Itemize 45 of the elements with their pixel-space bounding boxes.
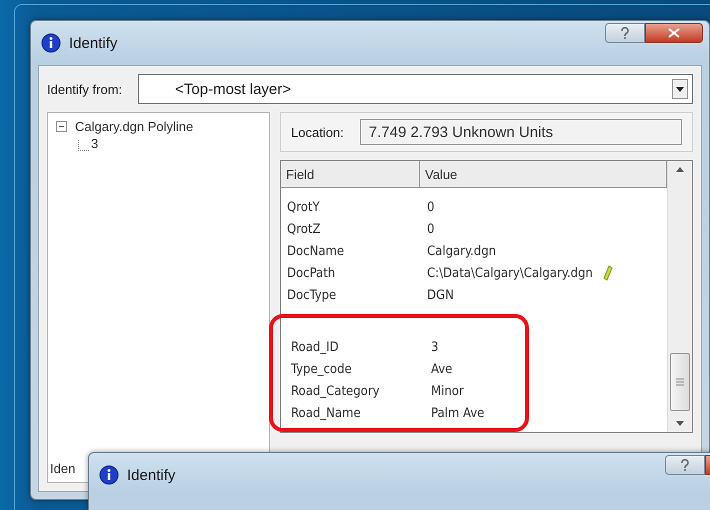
value-cell-text: Calgary.dgn — [426, 244, 498, 258]
collapse-toggle[interactable] — [56, 121, 67, 132]
scrollbar[interactable] — [667, 161, 692, 432]
field-cell-text: Road_Name — [290, 406, 362, 420]
dropdown-button[interactable] — [672, 79, 688, 99]
value-cell-text: DGN — [426, 288, 455, 302]
column-header[interactable]: Field — [281, 161, 420, 187]
tree-item[interactable]: Calgary.dgn Polyline — [75, 119, 194, 134]
field-cell-text: Road_ID — [290, 340, 340, 354]
help-button[interactable] — [605, 23, 645, 43]
help-icon — [620, 27, 630, 39]
caret-icon — [676, 86, 684, 92]
scroll-down-icon[interactable] — [676, 421, 684, 426]
tree-item[interactable]: 3 — [91, 136, 98, 151]
close-icon — [668, 28, 680, 38]
status-text: Iden — [50, 461, 76, 476]
value-cell-text: 0 — [426, 222, 436, 236]
layer-dropdown[interactable]: <Top-most layer> — [138, 74, 693, 104]
value-cell-text: Ave — [430, 362, 454, 376]
info-icon — [41, 33, 61, 53]
help-icon — [680, 459, 690, 471]
grip-icon — [676, 378, 684, 386]
location-field[interactable]: 7.749 2.793 Unknown Units — [360, 119, 682, 145]
info-icon — [99, 465, 119, 485]
window-title: Identify — [69, 34, 118, 52]
identify-from-label: Identify from: — [47, 82, 122, 96]
scroll-thumb[interactable] — [670, 353, 690, 411]
field-cell-text: QrotZ — [286, 222, 322, 236]
field-cell-text: QrotY — [286, 200, 321, 214]
location-label: Location: — [291, 124, 344, 140]
field-cell-text: DocType — [286, 288, 338, 302]
close-button[interactable] — [645, 23, 703, 43]
field-cell-text: DocName — [286, 244, 346, 258]
value-cell: C:\Data\Calgary\Calgary.dgn — [421, 265, 619, 281]
window-title: Identify — [127, 466, 176, 484]
field-cell-text: Type_code — [290, 362, 353, 376]
value-cell-text: Palm Ave — [430, 406, 486, 420]
minus-icon — [58, 123, 65, 130]
value-cell-text: 0 — [426, 200, 436, 214]
value-cell-text: Minor — [430, 384, 465, 398]
field-cell-text: Road_Category — [290, 384, 381, 398]
help-button[interactable] — [665, 455, 705, 475]
scroll-up-icon[interactable] — [676, 167, 684, 172]
value-cell-text: 3 — [430, 340, 440, 354]
field-cell-text: DocPath — [286, 266, 336, 280]
